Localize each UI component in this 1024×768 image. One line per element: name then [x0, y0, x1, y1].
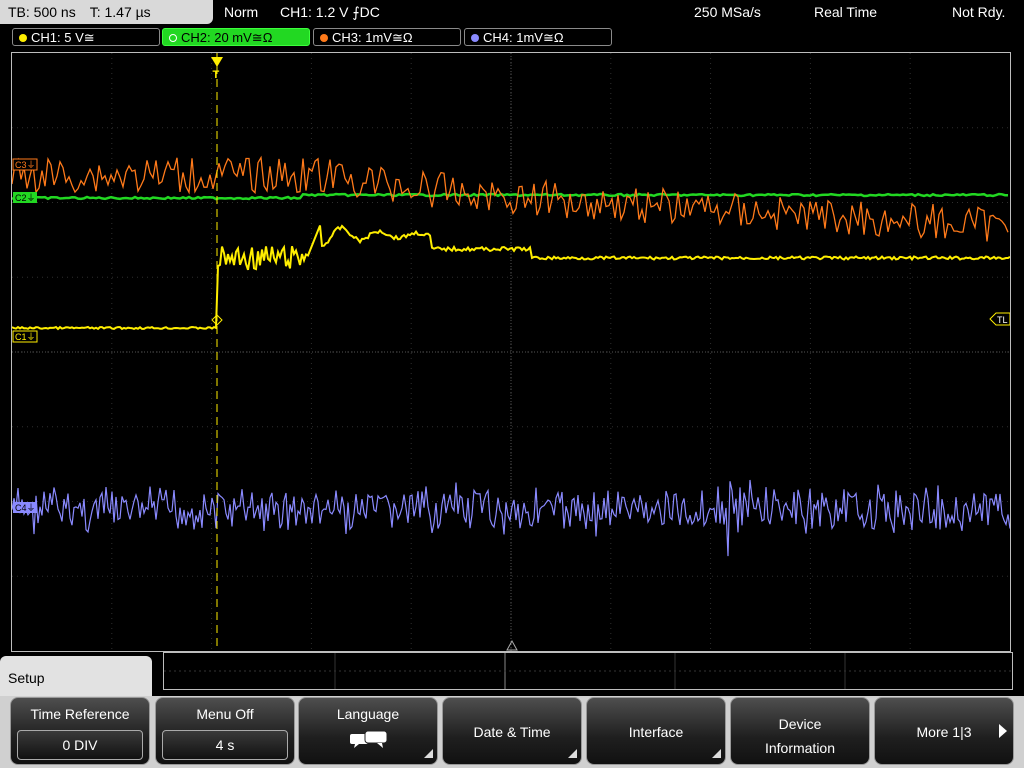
channel-tab-ch3[interactable]: CH3: 1mV≅Ω — [313, 28, 461, 46]
acq-mode[interactable]: Norm — [224, 0, 258, 24]
softkey-label: Menu Off — [196, 706, 254, 722]
channel-tab-ch4[interactable]: CH4: 1mV≅Ω — [464, 28, 612, 46]
menu-title: Setup — [8, 670, 45, 686]
interface-button[interactable]: Interface — [586, 697, 726, 765]
trigger-arrow-icon — [211, 57, 223, 67]
c3-marker-label: C3⏚ — [15, 160, 36, 170]
device-information-button[interactable]: Device Information — [730, 697, 870, 765]
menu-off-value: 4 s — [162, 730, 288, 760]
ch1-color-icon — [19, 34, 27, 42]
time-reference-value: 0 DIV — [17, 730, 143, 760]
submenu-indicator-icon — [712, 749, 721, 758]
softkey-label: Date & Time — [473, 724, 551, 740]
softkey-label-line1: Device — [778, 716, 822, 732]
waveform-display[interactable]: T C3⏚ C2⏚ C1⏚ C4⏚ TL — [11, 52, 1011, 652]
menu-off-button[interactable]: Menu Off 4 s — [155, 697, 295, 765]
ch3-color-icon — [320, 34, 328, 42]
ch2-trace — [12, 192, 1008, 201]
more-button[interactable]: More 1|3 — [874, 697, 1014, 765]
c4-marker[interactable]: C4⏚ — [13, 502, 37, 513]
c1-marker[interactable]: C1⏚ — [12, 330, 38, 343]
c2-marker-label: C2⏚ — [15, 193, 36, 203]
sample-rate: 250 MSa/s — [694, 4, 761, 20]
next-arrow-icon — [999, 724, 1007, 738]
timebase-box[interactable]: TB: 500 ns T: 1.47 µs — [0, 0, 213, 24]
waveform-svg: T C3⏚ C2⏚ C1⏚ C4⏚ TL — [12, 53, 1010, 651]
acq-type: Real Time — [814, 4, 878, 20]
center-marker-icon — [506, 639, 518, 651]
submenu-indicator-icon — [568, 749, 577, 758]
softkey-label: More 1|3 — [916, 724, 972, 740]
trigger-level-label: TL — [997, 315, 1008, 325]
softkey-label: Time Reference — [30, 706, 130, 722]
c3-marker[interactable]: C3⏚ — [12, 158, 38, 171]
c4-marker-label: C4⏚ — [15, 503, 36, 513]
c2-marker[interactable]: C2⏚ — [13, 192, 37, 203]
date-time-button[interactable]: Date & Time — [442, 697, 582, 765]
language-button[interactable]: Language — [298, 697, 438, 765]
channel-label: CH3: 1mV≅Ω — [332, 30, 413, 45]
menu-title-tab: Setup — [0, 656, 152, 696]
softkey-label-line2: Information — [764, 740, 836, 756]
softkey-label: Interface — [628, 724, 684, 740]
submenu-indicator-icon — [424, 749, 433, 758]
ch4-color-icon — [471, 34, 479, 42]
channel-tab-ch2[interactable]: CH2: 20 mV≅Ω — [162, 28, 310, 46]
trigger-level-marker[interactable]: TL — [989, 312, 1010, 326]
channel-label: CH2: 20 mV≅Ω — [181, 30, 273, 45]
channel-label: CH1: 5 V≅ — [31, 30, 95, 45]
trigger-time-value: T: 1.47 µs — [89, 4, 151, 20]
trigger-setting[interactable]: CH1: 1.2 V ⨍DC — [280, 0, 380, 24]
ready-status: Not Rdy. — [952, 4, 1006, 20]
graticule — [12, 53, 1010, 651]
trigger-position-marker[interactable]: T — [211, 57, 223, 81]
channel-label: CH4: 1mV≅Ω — [483, 30, 564, 45]
c1-marker-label: C1⏚ — [15, 332, 36, 342]
trigger-pos-label: T — [213, 69, 220, 81]
ch2-color-icon — [169, 34, 177, 42]
softkey-label: Language — [336, 706, 400, 722]
time-reference-button[interactable]: Time Reference 0 DIV — [10, 697, 150, 765]
zoom-strip — [163, 652, 1013, 690]
channel-tab-ch1[interactable]: CH1: 5 V≅ — [12, 28, 160, 46]
speech-bubble-icon — [350, 730, 388, 748]
timebase-value: TB: 500 ns — [8, 4, 76, 20]
